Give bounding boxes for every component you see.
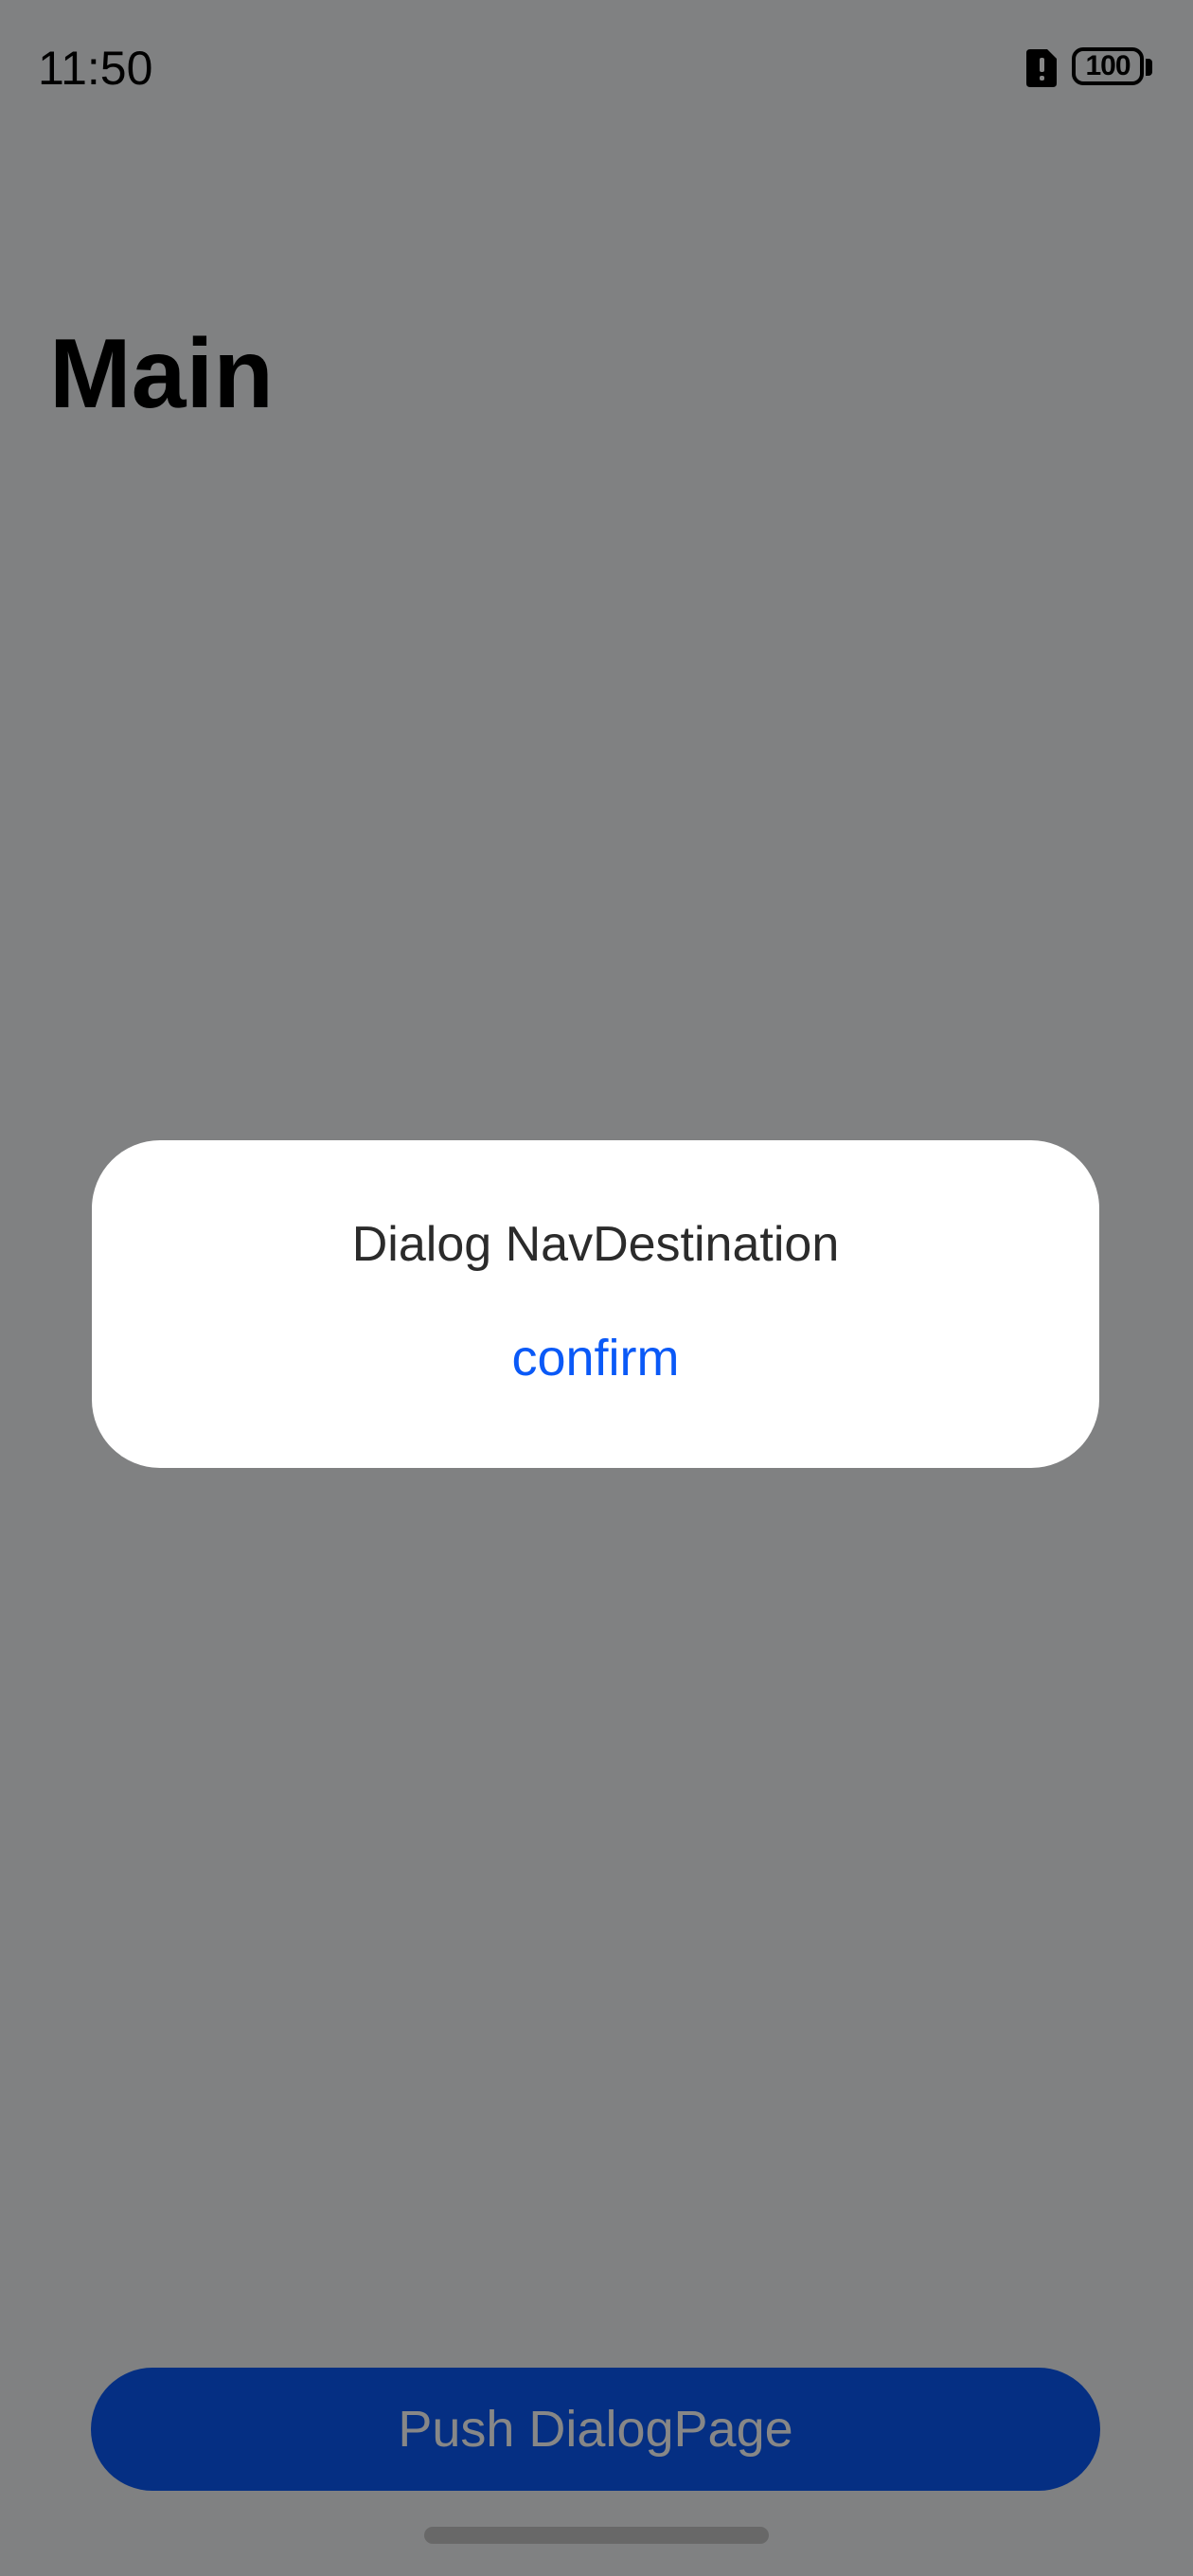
dialog-message: Dialog NavDestination xyxy=(351,1217,840,1272)
dialog: Dialog NavDestination confirm xyxy=(92,1140,1099,1468)
confirm-button[interactable]: confirm xyxy=(501,1320,690,1396)
